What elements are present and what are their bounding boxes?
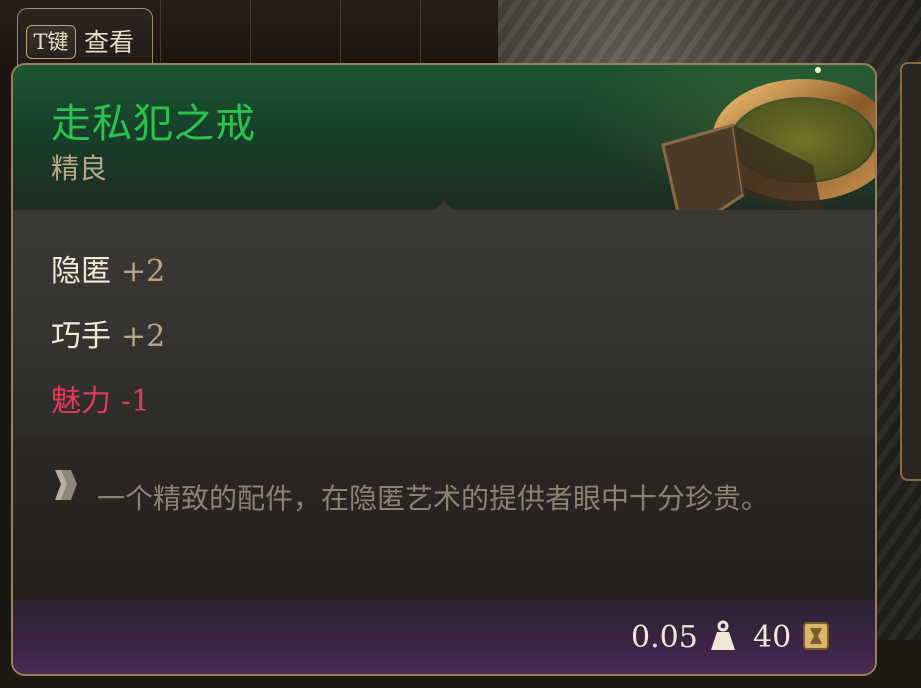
stat-value: -1: [121, 384, 151, 419]
tooltip-footer: 0.05 40: [13, 600, 875, 674]
stat-name: 隐匿: [51, 254, 111, 289]
stat-name: 巧手: [51, 319, 111, 354]
stat-row-stealth: 隐匿 +2: [51, 246, 165, 290]
item-description: 一个精致的配件，在隐匿艺术的提供者眼中十分珍贵。: [97, 482, 770, 515]
weight-icon: [711, 620, 735, 650]
stat-value: +2: [121, 319, 166, 354]
keybind-badge: T键: [26, 25, 76, 59]
item-rarity: 精良: [51, 152, 108, 185]
stat-row-sleight-of-hand: 巧手 +2: [51, 311, 165, 355]
item-name: 走私犯之戒: [51, 101, 256, 147]
gold-coin-icon: [803, 622, 829, 650]
item-weight: 0.05: [631, 620, 698, 655]
stat-value: +2: [121, 254, 166, 289]
scroll-bullet-icon: [55, 470, 77, 500]
background-side-panel: [900, 62, 921, 481]
description-section: 一个精致的配件，在隐匿艺术的提供者眼中十分珍贵。: [13, 438, 875, 600]
stats-section: 隐匿 +2 巧手 +2 魅力 -1: [13, 210, 875, 438]
stat-row-charisma: 魅力 -1: [51, 376, 150, 420]
inspect-keybind-tab[interactable]: T键 查看: [17, 8, 153, 66]
item-price: 40: [753, 620, 792, 655]
stat-name: 魅力: [51, 384, 111, 419]
inspect-label: 查看: [84, 28, 135, 57]
item-tooltip: 走私犯之戒 精良 隐匿 +2 巧手 +2 魅力 -1 一个精致的配件，在隐匿艺术…: [11, 63, 877, 676]
